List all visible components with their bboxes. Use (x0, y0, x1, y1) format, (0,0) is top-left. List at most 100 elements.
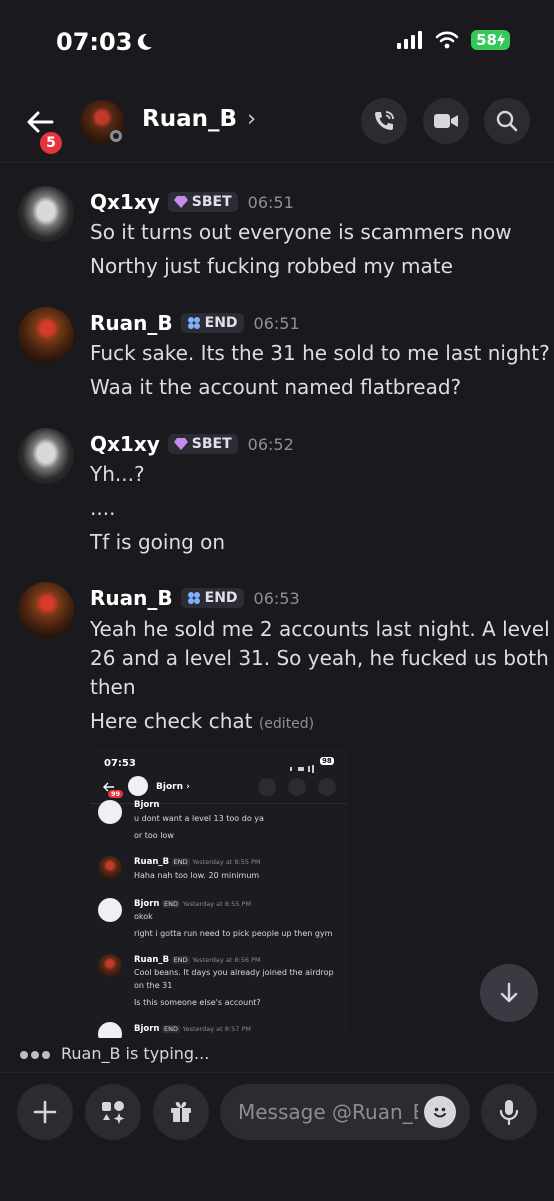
embedded-message-header: Ruan_B END Yesterday at 8:55 PM (134, 857, 261, 867)
header-user[interactable]: Ruan_B › (142, 106, 256, 132)
message-header: Ruan_B END 06:53 (90, 586, 300, 610)
battery-indicator: 58 (471, 30, 510, 50)
message-text: Fuck sake. Its the 31 he sold to me last… (90, 341, 550, 365)
embedded-tag: END (162, 900, 181, 908)
embedded-username: Bjorn (134, 899, 160, 909)
message-text: then (90, 675, 136, 699)
apps-icon (102, 1101, 125, 1124)
signal-icon (397, 31, 423, 49)
embedded-video-icon (288, 778, 306, 796)
embedded-username: Ruan_B (134, 955, 170, 965)
embedded-username: Bjorn (134, 1024, 160, 1034)
embedded-tag: END (171, 858, 190, 866)
user-avatar[interactable] (18, 186, 74, 242)
gem-icon (173, 438, 188, 450)
embedded-message-header: Bjorn (134, 800, 159, 810)
image-attachment[interactable]: 07:53 98 99 Bjorn › Bjorn u dont want a … (90, 748, 348, 1038)
embedded-message-header: Ruan_B END Yesterday at 8:56 PM (134, 955, 261, 965)
battery-level: 58 (476, 31, 497, 49)
embedded-avatar (98, 856, 122, 880)
jump-to-bottom-button[interactable] (480, 964, 538, 1022)
typing-indicator: Ruan_B is typing... (20, 1044, 209, 1063)
edited-label: (edited) (258, 716, 315, 732)
message-text: .... (90, 496, 116, 520)
embedded-message-text: right i gotta run need to pick people up… (134, 929, 333, 938)
embedded-avatar (98, 954, 122, 978)
video-camera-icon (434, 114, 458, 128)
status-bar: 07:03 58 (0, 0, 554, 86)
voice-call-button[interactable] (361, 98, 407, 144)
embedded-message-header: Bjorn END Yesterday at 8:55 PM (134, 899, 251, 909)
username[interactable]: Ruan_B (90, 586, 173, 610)
embedded-header-name: Bjorn › (156, 782, 190, 792)
search-button[interactable] (484, 98, 530, 144)
embedded-message-text: u dont want a level 13 too do ya (134, 814, 264, 823)
embedded-message-header: Bjorn END Yesterday at 8:57 PM (134, 1024, 251, 1034)
guild-tag-label: SBET (191, 436, 232, 452)
embedded-status-icons (290, 758, 316, 773)
embedded-message-text: on the 31 (134, 981, 173, 990)
emoji-button[interactable] (424, 1096, 456, 1128)
message-text: Here check chat (90, 709, 253, 733)
header-username: Ruan_B (142, 106, 238, 132)
message-header: Qx1xy SBET 06:52 (90, 432, 294, 456)
smiley-icon (434, 1107, 446, 1118)
embedded-unread-badge: 99 (108, 790, 124, 798)
offline-status-icon (110, 130, 122, 142)
clover-icon (187, 592, 200, 604)
message-text: Tf is going on (90, 530, 226, 554)
guild-tag[interactable]: END (180, 313, 244, 333)
wifi-icon (435, 31, 459, 49)
message-text-edited: Here check chat (edited) (90, 707, 314, 739)
embedded-avatar (98, 1022, 122, 1038)
message-text: Northy just fucking robbed my mate (90, 254, 453, 278)
username[interactable]: Qx1xy (90, 432, 160, 456)
message-text: Yeah he sold me 2 accounts last night. A… (90, 617, 550, 641)
user-avatar[interactable] (18, 307, 74, 363)
message-header: Ruan_B END 06:51 (90, 311, 300, 335)
video-call-button[interactable] (423, 98, 469, 144)
microphone-icon (499, 1100, 519, 1126)
embedded-message-text: okok (134, 912, 153, 921)
apps-button[interactable] (85, 1084, 141, 1140)
guild-tag-label: END (204, 590, 238, 606)
embedded-time: Yesterday at 8:55 PM (182, 900, 251, 908)
user-avatar[interactable] (18, 428, 74, 484)
gift-icon (171, 1101, 191, 1122)
guild-tag-label: END (204, 315, 238, 331)
guild-tag[interactable]: SBET (167, 434, 238, 454)
username[interactable]: Ruan_B (90, 311, 173, 335)
embedded-tag: END (162, 1025, 181, 1033)
embedded-header-avatar (128, 776, 148, 796)
status-clock: 07:03 (56, 28, 154, 56)
search-icon (496, 110, 518, 132)
charging-icon (497, 33, 505, 47)
embedded-chevron-icon: › (186, 782, 190, 792)
user-avatar[interactable] (18, 582, 74, 638)
embedded-phone-icon (258, 778, 276, 796)
gift-button[interactable] (153, 1084, 209, 1140)
embedded-username: Ruan_B (134, 857, 170, 867)
voice-message-button[interactable] (481, 1084, 537, 1140)
unread-badge: 5 (38, 130, 64, 156)
message-text: Yh...? (90, 462, 145, 486)
chevron-right-icon: › (247, 106, 257, 132)
timestamp: 06:53 (253, 588, 300, 608)
message-header: Qx1xy SBET 06:51 (90, 190, 294, 214)
guild-tag[interactable]: SBET (167, 192, 238, 212)
embedded-header-username: Bjorn (156, 782, 183, 792)
arrow-down-icon (500, 982, 518, 1003)
timestamp: 06:51 (253, 313, 300, 333)
status-icons: 58 (397, 30, 510, 50)
embedded-avatar (98, 898, 122, 922)
clover-icon (187, 317, 200, 329)
guild-tag[interactable]: END (180, 588, 244, 608)
add-attachment-button[interactable] (17, 1084, 73, 1140)
embedded-time: Yesterday at 8:57 PM (182, 1025, 251, 1033)
status-time: 07:03 (56, 28, 133, 56)
username[interactable]: Qx1xy (90, 190, 160, 214)
embedded-search-icon (318, 778, 336, 796)
message-text: So it turns out everyone is scammers now (90, 220, 512, 244)
embedded-message-text: Haha nah too low. 20 minimum (134, 871, 260, 880)
embedded-battery: 98 (320, 757, 334, 765)
